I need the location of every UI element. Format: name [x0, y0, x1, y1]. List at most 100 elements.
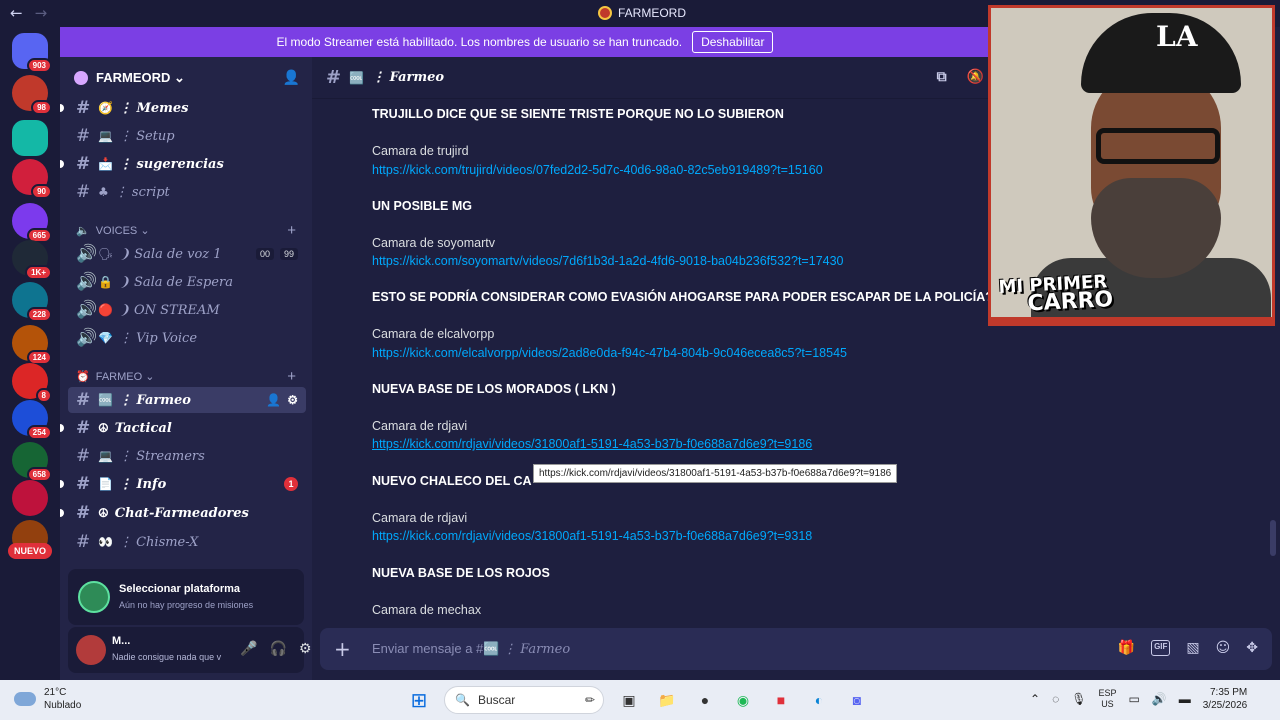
server-logo-icon	[598, 6, 612, 20]
user-status: Nadie consigue nada que v	[112, 652, 222, 662]
avatar[interactable]	[76, 635, 106, 665]
chevron-up-icon[interactable]: ⌃	[1030, 692, 1040, 706]
add-channel-icon[interactable]: +	[287, 368, 296, 385]
message-text: Camara de rdjavi	[372, 511, 468, 525]
guild-header[interactable]: FARMEORD ⌄ 👤	[60, 57, 312, 99]
channel-sala-de-espera[interactable]: 🔊 🔒 ❩ Sala de Espera	[68, 269, 306, 295]
channel-setup[interactable]: # 💻 ⋮ Setup	[68, 123, 306, 149]
channel-emoji: 🧭	[98, 101, 113, 115]
channel-streamers[interactable]: # 💻 ⋮ Streamers	[68, 443, 306, 469]
windows-start-icon[interactable]: ⊞	[406, 687, 432, 713]
server-icon-server-anime[interactable]: 124	[12, 325, 52, 365]
emoji-icon[interactable]: ☺	[1216, 640, 1231, 656]
server-icon-farmeo-server[interactable]: 98	[12, 75, 52, 115]
message-text: Camara de soyomartv	[372, 236, 495, 250]
network-status-icon[interactable]: ◌	[1052, 692, 1059, 706]
channel-script[interactable]: # ♣ ⋮ script	[68, 179, 306, 205]
message-text: Camara de trujird	[372, 144, 469, 158]
apps-icon[interactable]: ✥	[1246, 640, 1258, 656]
file-explorer-icon[interactable]: 📁	[654, 687, 680, 713]
server-icon-server-purple[interactable]: 665	[12, 203, 52, 243]
channel-info[interactable]: # 📄 ⋮ Info 1	[60, 471, 306, 497]
gif-icon[interactable]: GIF	[1151, 640, 1171, 656]
server-icon-home[interactable]: 903	[12, 33, 52, 73]
window-title-text: FARMEORD	[618, 6, 687, 20]
volume-icon[interactable]: 🔊	[1152, 692, 1167, 706]
text-channel-icon: #	[76, 126, 91, 146]
clock[interactable]: 7:35 PM 3/25/2026	[1203, 686, 1248, 712]
red-circle-icon: 🔴	[98, 303, 113, 317]
gear-icon[interactable]: ⚙	[287, 393, 298, 407]
category-farmeo[interactable]: ⏰ FARMEO ⌄ +	[76, 367, 296, 385]
disable-streamer-mode-button[interactable]: Deshabilitar	[692, 31, 774, 53]
channel-emoji: ♣	[98, 185, 109, 199]
discord-icon[interactable]: ◙	[844, 687, 870, 713]
server-icon-folder[interactable]	[12, 120, 48, 156]
channel-chisme-x[interactable]: # 👀 ⋮ Chisme-X	[68, 529, 306, 555]
channel-chat-farmeadores[interactable]: # ☮ Chat-Farmeadores	[60, 500, 306, 526]
channel-sugerencias[interactable]: # 📩 ⋮ sugerencias	[60, 151, 306, 177]
mute-bell-icon[interactable]: 🔕	[967, 69, 984, 85]
threads-icon[interactable]: ⧉	[937, 69, 947, 85]
channel-emoji: 📄	[98, 477, 113, 491]
voice-controls: 🎤 🎧 ⚙	[240, 641, 311, 657]
channel-emoji: 👀	[98, 535, 113, 549]
message-link[interactable]: https://kick.com/rdjavi/videos/31800af1-…	[372, 437, 812, 451]
quest-panel[interactable]: Seleccionar plataforma Aún no hay progre…	[68, 569, 304, 625]
task-view-icon[interactable]: ▣	[616, 687, 642, 713]
add-attachment-icon[interactable]: +	[334, 637, 351, 661]
message-link[interactable]: https://kick.com/rdjavi/videos/31800af1-…	[372, 529, 812, 543]
media-app-icon[interactable]: ■	[768, 687, 794, 713]
microphone-icon[interactable]: 🎤	[240, 641, 257, 657]
spotify-icon[interactable]: ◉	[730, 687, 756, 713]
text-channel-icon: #	[76, 532, 91, 552]
server-icon-server-red[interactable]: 90	[12, 159, 52, 199]
channel-vip-voice[interactable]: 🔊 💎 ⋮ Vip Voice	[68, 325, 306, 351]
category-voices[interactable]: 🔈 VOICES ⌄ +	[76, 221, 296, 239]
message-title: UN POSIBLE MG	[372, 199, 473, 213]
sticker-icon[interactable]: ▧	[1186, 640, 1199, 656]
battery-icon[interactable]: ▬	[1179, 692, 1191, 706]
microphone-icon[interactable]: 🎙	[1071, 692, 1086, 706]
server-icon-server-mushroom[interactable]: 8	[12, 363, 52, 403]
message-link[interactable]: https://kick.com/soyomartv/videos/7d6f1b…	[372, 254, 844, 268]
message-link[interactable]: https://kick.com/elcalvorpp/videos/2ad8e…	[372, 346, 847, 360]
taskbar-search[interactable]: 🔍 Buscar ✏	[444, 686, 604, 714]
message-link[interactable]: https://kick.com/trujird/videos/07fed2d2…	[372, 163, 823, 177]
channel-farmeo[interactable]: # 🆒 ⋮ Farmeo 👤 ⚙	[68, 387, 306, 413]
composer-placeholder: Enviar mensaje a #🆒 ⋮ Farmeo	[372, 641, 571, 657]
unread-indicator	[60, 480, 64, 488]
server-icon-server-girl[interactable]: 228	[12, 282, 52, 322]
server-icon-server-char[interactable]	[12, 480, 48, 516]
display-icon[interactable]: ▭	[1128, 692, 1139, 706]
server-icon-server-sonic[interactable]: 254	[12, 400, 52, 440]
header-toolbar: ⧉ 🔕	[937, 69, 984, 85]
voice-channel-icon: 🔊	[76, 244, 98, 264]
gear-icon[interactable]: ⚙	[299, 641, 312, 657]
invite-icon[interactable]: 👤	[266, 393, 281, 407]
channel-sala-de-voz-1[interactable]: 🔊 🗣 ❩ Sala de voz 1 00 99	[68, 241, 306, 267]
server-icon-server-green[interactable]: 658	[12, 442, 52, 482]
message-title: ESTO SE PODRÍA CONSIDERAR COMO EVASIÓN A…	[372, 290, 992, 304]
edge-icon[interactable]: ◐	[806, 687, 832, 713]
server-icon-server-speaker[interactable]: 1K+	[12, 240, 52, 280]
obs-icon[interactable]: ●	[692, 687, 718, 713]
message-composer[interactable]: + Enviar mensaje a #🆒 ⋮ Farmeo 🎁 GIF ▧ ☺…	[320, 628, 1272, 670]
channel-emoji: 🗣	[98, 247, 114, 261]
channel-on-stream[interactable]: 🔊 🔴 ❩ ON STREAM	[68, 297, 306, 323]
add-channel-icon[interactable]: +	[287, 222, 296, 239]
channel-memes[interactable]: # 🧭 ⋮ Memes	[60, 95, 306, 121]
forward-arrow-icon[interactable]: →	[35, 4, 48, 22]
channel-emoji: ☮	[98, 506, 109, 520]
voice-channel-icon: 🔊	[76, 300, 98, 320]
speaker-icon: 🔈	[76, 224, 90, 237]
invite-people-icon[interactable]: 👤	[283, 69, 300, 86]
weather-widget[interactable]: 21°C Nublado	[14, 686, 81, 712]
scrollbar[interactable]	[1270, 520, 1276, 556]
channel-tactical[interactable]: # ☮ Tactical	[60, 415, 306, 441]
language-indicator[interactable]: ESP US	[1098, 688, 1116, 710]
gift-icon[interactable]: 🎁	[1118, 640, 1135, 656]
back-arrow-icon[interactable]: ←	[10, 4, 23, 22]
channel-label: ⋮ Info	[118, 476, 167, 492]
headphones-icon[interactable]: 🎧	[269, 641, 286, 657]
